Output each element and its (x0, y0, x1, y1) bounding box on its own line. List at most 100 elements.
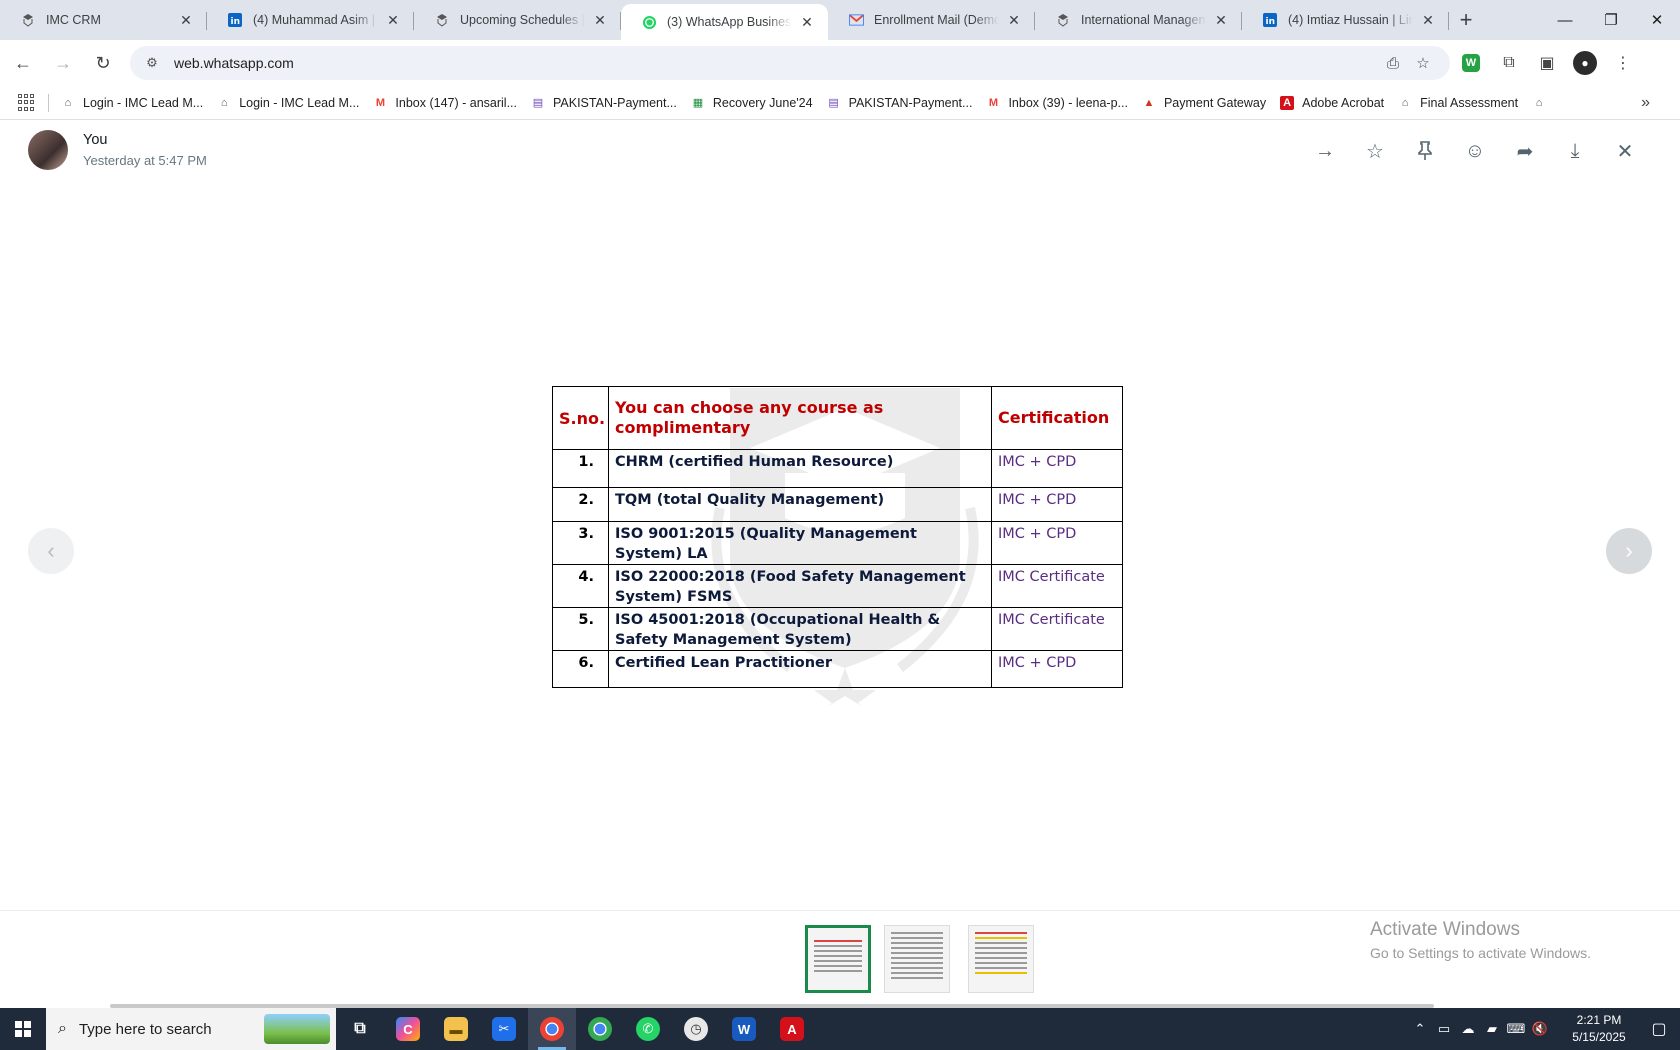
install-app-icon[interactable]: ⎙ (1378, 55, 1408, 72)
tab-linkedin-asim[interactable]: in (4) Muhammad Asim | LinkedIn ✕ (207, 0, 414, 40)
thumbnail-2[interactable] (884, 925, 950, 993)
tab-title: International Management (1081, 13, 1206, 27)
start-button[interactable] (0, 1008, 46, 1050)
apps-grid-icon[interactable] (18, 93, 36, 112)
bookmark-item[interactable]: ⌂ Final Assessment (1398, 96, 1518, 110)
imc-icon: ⌂ (64, 96, 72, 109)
next-media-button[interactable]: › (1606, 528, 1652, 574)
bookmark-item[interactable]: ⌂ Login - IMC Lead M... (61, 95, 204, 110)
browser-menu-icon[interactable]: ⋮ (1606, 46, 1640, 80)
star-icon[interactable]: ☆ (1350, 136, 1400, 166)
forward-icon[interactable]: → (46, 46, 80, 80)
snipping-tool-icon[interactable]: ✂ (480, 1008, 528, 1050)
header-course: You can choose any course as complimenta… (608, 386, 992, 450)
profile-avatar[interactable]: ● (1568, 46, 1602, 80)
react-emoji-icon[interactable]: ☺ (1450, 136, 1500, 166)
restore-icon[interactable]: ❐ (1588, 0, 1634, 40)
header-certification: Certification (991, 386, 1123, 450)
show-hidden-icons-icon[interactable]: ⌃ (1408, 1021, 1432, 1037)
browser-toolbar: ← → ↻ ⚙ web.whatsapp.com ⎙ ☆ W ⧉ ▣ ● ⋮ (0, 40, 1680, 86)
media-viewer: You Yesterday at 5:47 PM → ☆ ☺ ➦ ⤓ ✕ ‹ ›… (0, 120, 1680, 1008)
new-tab-button[interactable]: + (1449, 0, 1483, 40)
imc-icon: ⌂ (220, 96, 228, 109)
activation-title: Activate Windows (1370, 919, 1520, 940)
task-view-icon[interactable]: ⧉ (336, 1008, 384, 1050)
volume-muted-icon[interactable]: 🔇 (1528, 1021, 1552, 1037)
linkedin-icon: in (227, 12, 243, 28)
network-icon[interactable]: ⌨ (1504, 1021, 1528, 1037)
close-tab-icon[interactable]: ✕ (1005, 11, 1023, 29)
onedrive-icon[interactable]: ☁ (1456, 1021, 1480, 1037)
acrobat-app-icon[interactable]: A (768, 1008, 816, 1050)
bookmark-label: Login - IMC Lead M... (83, 95, 204, 110)
bookmark-item[interactable]: ▲ Payment Gateway (1142, 96, 1267, 110)
extensions-icon[interactable]: ⧉ (1492, 46, 1526, 80)
close-tab-icon[interactable]: ✕ (1419, 11, 1437, 29)
table-row: 1. CHRM (certified Human Resource) IMC +… (552, 449, 1123, 488)
clock-app-icon[interactable]: ◷ (672, 1008, 720, 1050)
bookmark-item[interactable]: ▤ PAKISTAN-Payment... (827, 96, 972, 110)
close-tab-icon[interactable]: ✕ (798, 13, 816, 31)
taskbar-clock[interactable]: 2:21 PM 5/15/2025 (1560, 1012, 1638, 1046)
bookmark-label: Inbox (147) - ansaril... (395, 95, 517, 110)
chrome-profile-icon[interactable] (576, 1008, 624, 1050)
bookmark-item[interactable]: A Adobe Acrobat (1280, 95, 1384, 110)
word-icon[interactable]: W (720, 1008, 768, 1050)
tab-enrollment-mail[interactable]: Enrollment Mail (Demo) LMS ✕ (828, 0, 1035, 40)
meet-now-icon[interactable]: ▭ (1432, 1021, 1456, 1037)
bookmark-item[interactable]: ▤ PAKISTAN-Payment... (531, 96, 677, 110)
row-certification: IMC + CPD (991, 521, 1123, 565)
tab-whatsapp-business[interactable]: (3) WhatsApp Business ✕ (621, 4, 828, 40)
tab-linkedin-imtiaz[interactable]: in (4) Imtiaz Hussain | LinkedIn ✕ (1242, 0, 1449, 40)
whatsapp-app-icon[interactable]: ✆ (624, 1008, 672, 1050)
address-bar[interactable]: ⚙ web.whatsapp.com ⎙ ☆ (130, 46, 1450, 80)
clock-time: 2:21 PM (1576, 1013, 1622, 1027)
bookmark-item[interactable]: M Inbox (39) - leena-p... (986, 96, 1128, 110)
imc-icon (434, 12, 450, 28)
tab-title: IMC CRM (46, 13, 101, 27)
close-tab-icon[interactable]: ✕ (177, 11, 195, 29)
svg-text:in: in (1266, 17, 1276, 27)
reload-icon[interactable]: ↻ (86, 46, 120, 80)
close-window-icon[interactable]: ✕ (1634, 0, 1680, 40)
thumbnail-3[interactable] (968, 925, 1034, 993)
bookmark-item[interactable]: ⌂ (1532, 96, 1554, 110)
imc-icon: ⌂ (1535, 96, 1543, 109)
chevron-left-icon: ‹ (47, 538, 55, 563)
back-icon[interactable]: ← (6, 46, 40, 80)
whatsapp-extension-icon[interactable]: W (1454, 46, 1488, 80)
close-tab-icon[interactable]: ✕ (384, 11, 402, 29)
tab-international-management[interactable]: International Management ✕ (1035, 0, 1242, 40)
url-text[interactable]: web.whatsapp.com (174, 55, 1378, 71)
tab-title: Enrollment Mail (Demo) LMS (874, 13, 999, 27)
battery-icon[interactable]: ▰ (1480, 1021, 1504, 1037)
bookmark-item[interactable]: ⌂ Login - IMC Lead M... (217, 95, 360, 110)
close-tab-icon[interactable]: ✕ (591, 11, 609, 29)
sender-name: You (83, 132, 108, 148)
side-panel-icon[interactable]: ▣ (1530, 46, 1564, 80)
bookmark-item[interactable]: ▦ Recovery June'24 (691, 96, 813, 110)
tab-imc-crm[interactable]: IMC CRM ✕ (0, 0, 207, 40)
thumbnail-1[interactable] (805, 925, 871, 993)
system-tray: ⌃ ▭ ☁ ▰ ⌨ 🔇 2:21 PM 5/15/2025 ▢ (1408, 1008, 1680, 1050)
more-bookmarks-icon[interactable]: » (1641, 94, 1650, 112)
download-icon[interactable]: ⤓ (1550, 136, 1600, 166)
minimize-icon[interactable]: — (1542, 0, 1588, 40)
bookmark-star-icon[interactable]: ☆ (1408, 54, 1438, 72)
avatar[interactable] (28, 130, 68, 170)
previous-media-button[interactable]: ‹ (28, 528, 74, 574)
forward-icon[interactable]: ➦ (1500, 136, 1550, 166)
close-tab-icon[interactable]: ✕ (1212, 11, 1230, 29)
file-explorer-icon[interactable]: ▬ (432, 1008, 480, 1050)
go-to-message-icon[interactable]: → (1300, 136, 1350, 166)
copilot-icon[interactable]: C (384, 1008, 432, 1050)
close-viewer-icon[interactable]: ✕ (1600, 136, 1650, 166)
bookmark-label: Login - IMC Lead M... (239, 95, 360, 110)
tab-upcoming-schedules[interactable]: Upcoming Schedules | IMC ✕ (414, 0, 621, 40)
pin-icon[interactable] (1400, 136, 1450, 166)
chrome-icon[interactable] (528, 1008, 576, 1050)
site-info-icon[interactable]: ⚙ (142, 53, 162, 73)
bookmark-item[interactable]: M Inbox (147) - ansaril... (373, 96, 517, 110)
taskbar-search[interactable]: ⌕ Type here to search (46, 1008, 336, 1050)
notifications-icon[interactable]: ▢ (1638, 1019, 1680, 1039)
